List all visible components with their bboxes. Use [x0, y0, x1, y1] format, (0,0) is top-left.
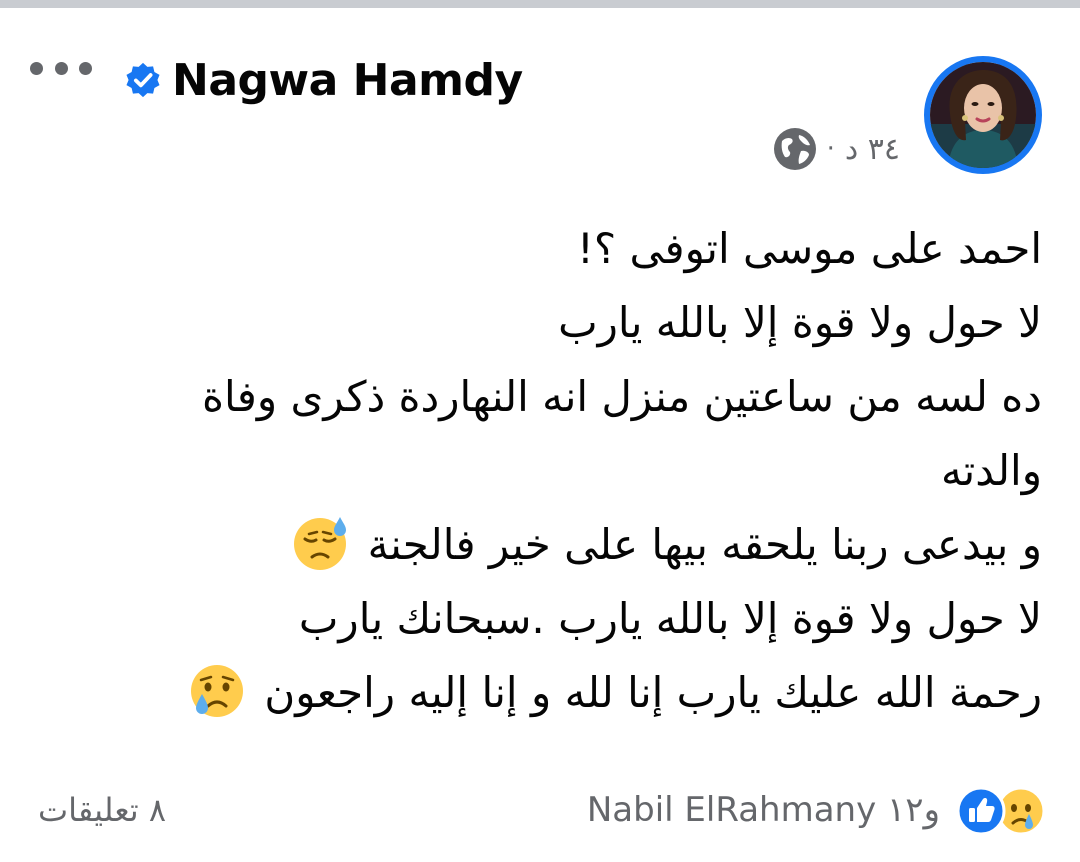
- more-options-button[interactable]: [30, 54, 92, 82]
- comments-count[interactable]: ٨ تعليقات: [38, 786, 166, 834]
- author-name[interactable]: Nagwa Hamdy: [172, 55, 523, 106]
- post-meta: ٣٤ د ·: [773, 124, 900, 174]
- more-dot: [30, 61, 43, 75]
- comments-label[interactable]: ٨ تعليقات: [38, 791, 166, 829]
- post-line: لا حول ولا قوة إلا بالله يارب: [558, 298, 1042, 347]
- verified-badge-icon: [126, 62, 160, 98]
- post-line: رحمة الله عليك يارب إنا لله و إنا إليه ر…: [264, 668, 1042, 717]
- globe-icon[interactable]: [773, 127, 817, 171]
- post-line-with-emoji: رحمة الله عليك يارب إنا لله و إنا إليه ر…: [102, 656, 1042, 730]
- post-line: لا حول ولا قوة إلا بالله يارب .سبحانك يا…: [298, 594, 1042, 643]
- avatar-image: [930, 62, 1036, 168]
- reactions-label[interactable]: Nabil ElRahmany و١٢: [587, 790, 940, 830]
- author-avatar[interactable]: [924, 56, 1042, 174]
- post-line: و بيدعى ربنا يلحقه بيها على خير فالجنة: [367, 520, 1042, 569]
- top-divider: [0, 0, 1080, 8]
- post-timestamp[interactable]: ٣٤ د: [845, 132, 900, 167]
- post-header: Nagwa Hamdy: [124, 48, 523, 112]
- reaction-icons[interactable]: [950, 782, 1046, 838]
- like-reaction-icon: [956, 786, 1006, 836]
- meta-separator: ·: [826, 134, 835, 164]
- more-dot: [54, 61, 68, 75]
- post-line-with-emoji: و بيدعى ربنا يلحقه بيها على خير فالجنة: [102, 508, 1042, 582]
- more-dot: [79, 61, 92, 75]
- crying-face-emoji: [191, 665, 244, 717]
- post-line: ده لسه من ساعتين منزل انه النهاردة ذكرى …: [201, 372, 1042, 421]
- post-line: احمد على موسى اتوفى ؟!: [577, 224, 1042, 273]
- post-body: احمد على موسى اتوفى ؟! لا حول ولا قوة إل…: [102, 212, 1042, 730]
- reactions-summary[interactable]: Nabil ElRahmany و١٢: [587, 782, 1046, 838]
- downcast-face-with-sweat-emoji: [294, 517, 347, 570]
- post-line: والدته: [940, 446, 1042, 495]
